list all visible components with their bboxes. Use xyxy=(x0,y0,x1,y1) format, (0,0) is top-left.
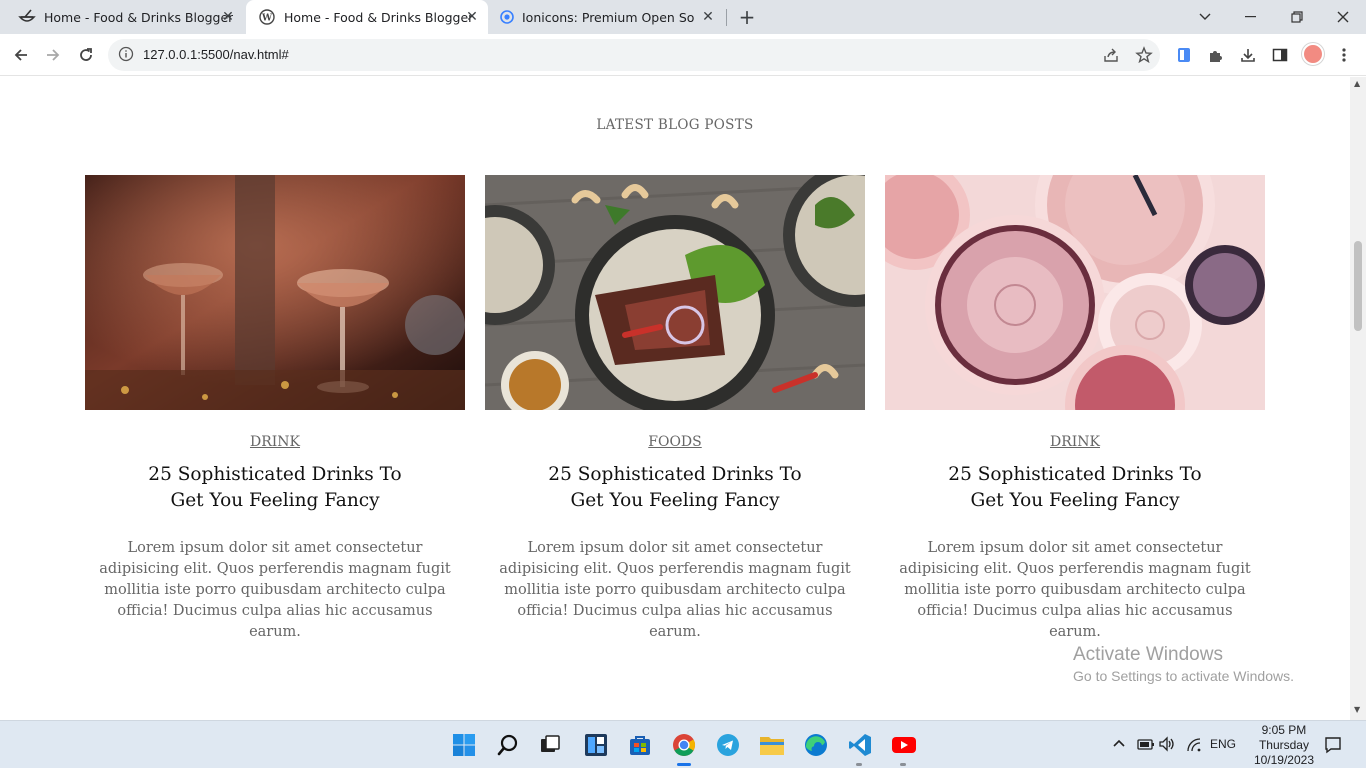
post-excerpt: Lorem ipsum dolor sit amet consectetur a… xyxy=(899,540,1251,640)
blog-card: DRINK 25 Sophisticated Drinks To Get You… xyxy=(885,175,1265,643)
url-text[interactable]: 127.0.0.1:5500/nav.html# xyxy=(143,47,289,62)
menu-kebab-icon[interactable] xyxy=(1334,45,1354,65)
telegram-icon[interactable] xyxy=(714,731,742,759)
post-excerpt: Lorem ipsum dolor sit amet consectetur a… xyxy=(99,540,451,640)
post-title[interactable]: 25 Sophisticated Drinks To Get You Feeli… xyxy=(135,462,415,514)
info-icon[interactable] xyxy=(118,46,134,66)
tab-title: Home - Food & Drinks Blogger xyxy=(284,9,474,25)
vscode-icon[interactable] xyxy=(846,731,874,759)
edge-icon[interactable] xyxy=(802,731,830,759)
system-clock[interactable]: 9:05 PM Thursday 10/19/2023 xyxy=(1254,723,1314,768)
back-button[interactable] xyxy=(8,42,34,68)
tab-separator xyxy=(726,9,727,26)
chrome-icon[interactable] xyxy=(670,731,698,759)
wifi-icon[interactable] xyxy=(1186,738,1202,755)
svg-text:W: W xyxy=(261,14,273,24)
browser-toolbar: 127.0.0.1:5500/nav.html# xyxy=(0,34,1366,76)
share-icon[interactable] xyxy=(1102,46,1120,64)
forward-button[interactable] xyxy=(40,42,66,68)
profile-avatar[interactable] xyxy=(1302,43,1324,65)
new-tab-button[interactable]: + xyxy=(736,6,758,28)
search-icon[interactable] xyxy=(494,731,522,759)
blog-card: DRINK 25 Sophisticated Drinks To Get You… xyxy=(85,175,465,643)
close-icon[interactable]: ✕ xyxy=(700,9,716,25)
steak-salad-plate-photo[interactable] xyxy=(485,175,865,410)
language-indicator[interactable]: ENG xyxy=(1210,737,1236,751)
bowl-icon xyxy=(18,8,36,26)
clock-time: 9:05 PM xyxy=(1261,723,1307,737)
tab-strip: Home - Food & Drinks Blogger ✕ W Home - … xyxy=(0,0,1366,34)
notification-icon[interactable] xyxy=(1324,736,1342,757)
wordpress-icon: W xyxy=(258,8,276,26)
watermark-subtitle: Go to Settings to activate Windows. xyxy=(1073,668,1294,684)
store-icon[interactable] xyxy=(626,731,654,759)
running-app-indicator xyxy=(856,763,862,766)
post-category-link[interactable]: DRINK xyxy=(1050,434,1100,450)
ionicons-icon xyxy=(498,8,516,26)
close-icon[interactable]: ✕ xyxy=(464,9,480,25)
page-scrollbar[interactable]: ▲ ▼ xyxy=(1350,77,1366,720)
volume-icon[interactable] xyxy=(1158,736,1176,755)
champagne-glasses-photo[interactable] xyxy=(85,175,465,410)
restore-button[interactable] xyxy=(1274,0,1320,34)
scrollbar-thumb[interactable] xyxy=(1354,241,1362,331)
reload-button[interactable] xyxy=(73,42,99,68)
task-view-icon[interactable] xyxy=(536,731,564,759)
tab-title: Ionicons: Premium Open Source xyxy=(522,9,694,25)
clock-day: Thursday xyxy=(1258,738,1309,752)
activate-windows-watermark: Activate Windows Go to Settings to activ… xyxy=(1073,644,1294,684)
windows-taskbar: ENG 9:05 PM Thursday 10/19/2023 xyxy=(0,720,1366,768)
close-window-button[interactable] xyxy=(1320,0,1366,34)
tab-search-button[interactable] xyxy=(1182,0,1228,34)
clock-date: 10/19/2023 xyxy=(1253,753,1314,767)
reading-mode-icon[interactable] xyxy=(1174,45,1194,65)
battery-icon[interactable] xyxy=(1134,737,1156,754)
download-icon[interactable] xyxy=(1238,45,1258,65)
tab-home-1[interactable]: Home - Food & Drinks Blogger ✕ xyxy=(0,0,244,34)
extensions-icon[interactable] xyxy=(1206,45,1226,65)
web-page: LATEST BLOG POSTS DRINK 25 Sophisticated… xyxy=(0,77,1350,720)
post-title[interactable]: 25 Sophisticated Drinks To Get You Feeli… xyxy=(935,462,1215,514)
post-excerpt: Lorem ipsum dolor sit amet consectetur a… xyxy=(499,540,851,640)
post-title[interactable]: 25 Sophisticated Drinks To Get You Feeli… xyxy=(535,462,815,514)
post-category-link[interactable]: FOODS xyxy=(648,434,701,450)
show-hidden-icons-chevron-icon[interactable] xyxy=(1112,737,1126,751)
widgets-icon[interactable] xyxy=(582,731,610,759)
tab-ionicons[interactable]: Ionicons: Premium Open Source ✕ xyxy=(488,0,724,34)
youtube-icon[interactable] xyxy=(890,731,918,759)
windows-start-icon[interactable] xyxy=(450,731,478,759)
scroll-up-arrow-icon[interactable]: ▲ xyxy=(1354,79,1360,88)
active-app-indicator xyxy=(677,763,691,766)
post-category-link[interactable]: DRINK xyxy=(250,434,300,450)
blog-card: FOODS 25 Sophisticated Drinks To Get You… xyxy=(485,175,865,643)
section-title: LATEST BLOG POSTS xyxy=(596,117,754,133)
minimize-button[interactable] xyxy=(1228,0,1274,34)
scroll-down-arrow-icon[interactable]: ▼ xyxy=(1354,705,1360,714)
close-icon[interactable]: ✕ xyxy=(220,9,236,25)
file-explorer-icon[interactable] xyxy=(758,731,786,759)
watermark-title: Activate Windows xyxy=(1073,644,1223,665)
tab-title: Home - Food & Drinks Blogger xyxy=(44,9,234,25)
side-panel-icon[interactable] xyxy=(1270,45,1290,65)
tab-home-2[interactable]: W Home - Food & Drinks Blogger ✕ xyxy=(246,0,488,34)
bookmark-star-icon[interactable] xyxy=(1135,46,1153,64)
pink-cocktails-photo[interactable] xyxy=(885,175,1265,410)
address-bar[interactable]: 127.0.0.1:5500/nav.html# xyxy=(108,39,1160,71)
running-app-indicator xyxy=(900,763,906,766)
